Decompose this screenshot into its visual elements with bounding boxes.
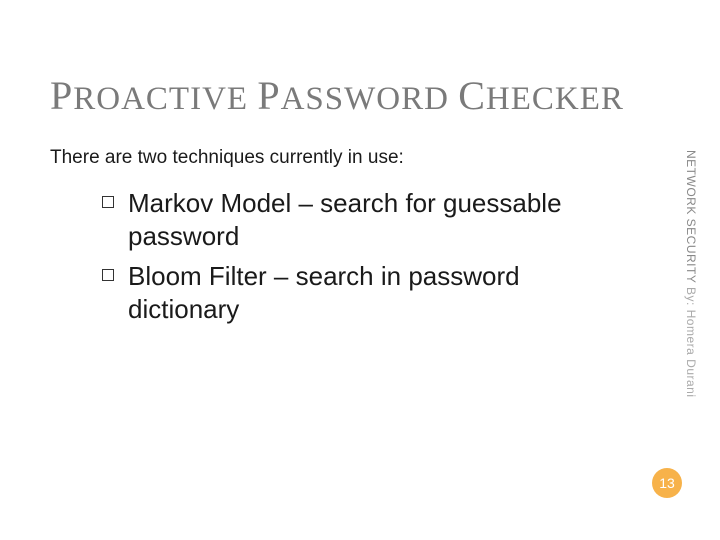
title-cap-1: P xyxy=(50,73,73,118)
list-item: Bloom Filter – search in password dictio… xyxy=(102,260,610,325)
title-rest-2: ASSWORD xyxy=(281,81,459,117)
slide: PROACTIVE PASSWORD CHECKER There are two… xyxy=(0,0,720,540)
title-rest-3: HECKER xyxy=(486,81,624,117)
bullet-list: Markov Model – search for guessable pass… xyxy=(50,187,670,325)
side-label-author: By: Homera Durani xyxy=(684,287,698,398)
side-label: NETWORK SECURITY By: Homera Durani xyxy=(684,150,698,398)
side-label-main: NETWORK SECURITY xyxy=(684,150,698,287)
title-cap-2: P xyxy=(257,73,280,118)
list-item: Markov Model – search for guessable pass… xyxy=(102,187,610,252)
title-cap-3: C xyxy=(458,73,486,118)
slide-title: PROACTIVE PASSWORD CHECKER xyxy=(50,72,670,119)
intro-text: There are two techniques currently in us… xyxy=(50,147,670,169)
page-number-badge: 13 xyxy=(652,468,682,498)
title-rest-1: ROACTIVE xyxy=(73,81,257,117)
